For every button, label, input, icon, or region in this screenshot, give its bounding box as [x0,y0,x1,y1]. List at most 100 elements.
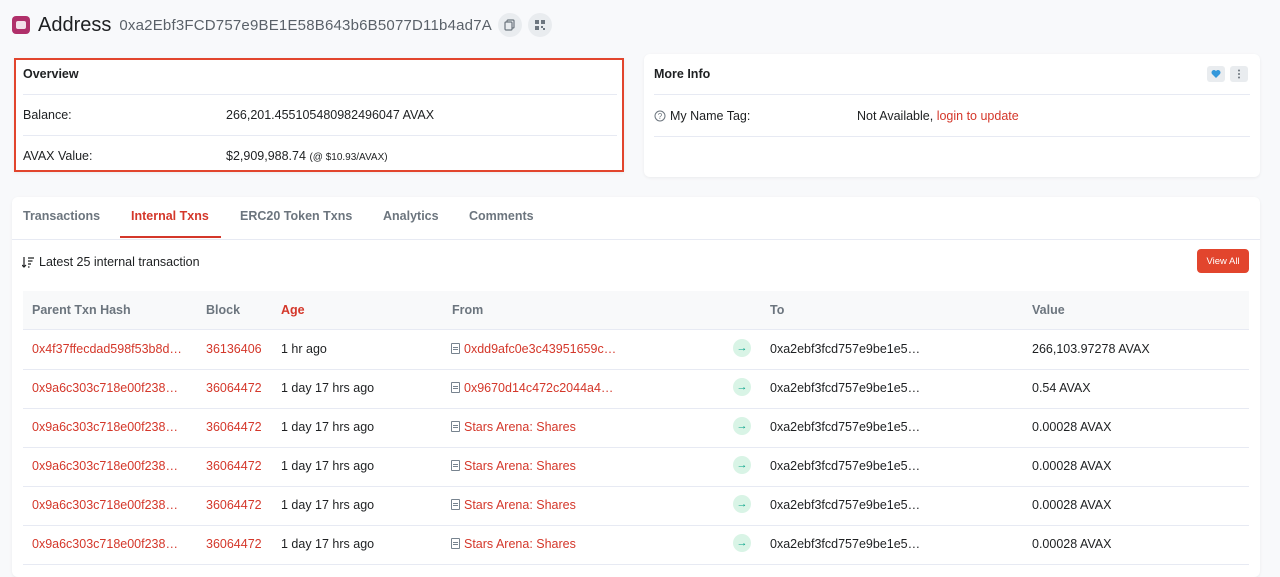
balance-label: Balance: [23,108,72,122]
more-info-title: More Info [654,67,711,81]
from-address-link[interactable]: Stars Arena: Shares [451,420,576,434]
age-text: 1 day 17 hrs ago [281,459,375,473]
from-address-text: Stars Arena: Shares [464,537,576,551]
qr-code-icon [534,20,545,30]
contract-icon [451,421,460,432]
col-parent-txn-hash: Parent Txn Hash [32,303,131,317]
divider [654,136,1250,137]
balance-value: 266,201.455105480982496047 AVAX [226,108,435,122]
transactions-card: Transactions Internal Txns ERC20 Token T… [12,197,1260,577]
from-address-link[interactable]: Stars Arena: Shares [451,537,576,551]
name-tag-value: Not Available, [857,109,934,123]
value-text: 0.00028 AVAX [1032,459,1112,473]
login-to-update-link[interactable]: login to update [937,109,1019,123]
table-row: 0x4f37ffecdad598f53b8d… 36136406 1 hr ago 0… [23,330,1249,370]
address-hash: 0xa2Ebf3FCD757e9BE1E58B643b6B5077D11b4ad… [119,16,492,34]
divider [654,94,1250,95]
col-from: From [452,303,484,317]
to-address-text: 0xa2ebf3fcd757e9be1e5… [770,342,921,356]
divider [23,135,617,136]
block-link[interactable]: 36064472 [206,498,262,512]
divider [23,94,617,95]
arrow-right-icon: → [733,339,751,357]
block-link[interactable]: 36064472 [206,459,262,473]
view-all-button[interactable]: View All [1197,249,1249,273]
to-address-text: 0xa2ebf3fcd757e9be1e5… [770,420,921,434]
value-text: 0.54 AVAX [1032,381,1091,395]
value-text: 0.00028 AVAX [1032,537,1112,551]
col-block: Block [206,303,241,317]
more-options-button[interactable] [1230,66,1248,82]
from-address-text: Stars Arena: Shares [464,459,576,473]
from-address-link[interactable]: Stars Arena: Shares [451,498,576,512]
favorite-button[interactable] [1207,66,1225,82]
name-tag-value-wrap: Not Available, login to update [857,109,1019,123]
from-address-link[interactable]: Stars Arena: Shares [451,459,576,473]
col-age[interactable]: Age [281,303,305,317]
table-header: Parent Txn Hash Block Age From To Value [23,291,1249,330]
parent-txn-hash-link[interactable]: 0x9a6c303c718e00f238… [32,381,178,395]
name-tag-label-wrap: ? My Name Tag: [654,109,750,123]
table-row: 0x9a6c303c718e00f238… 36064472 1 day 17 hr… [23,408,1249,448]
qr-code-button[interactable] [527,13,552,37]
list-title: Latest 25 internal transaction [22,255,200,269]
avax-value: $2,909,988.74 (@ $10.93/AVAX) [226,149,388,163]
tab-bar: Transactions Internal Txns ERC20 Token T… [12,197,1260,240]
arrow-right-icon: → [733,378,751,396]
page-title: Address [38,13,112,36]
overview-card: Overview Balance: 266,201.45510548098249… [14,58,624,172]
age-text: 1 day 17 hrs ago [281,420,375,434]
page-header: Address 0xa2Ebf3FCD757e9BE1E58B643b6B507… [12,10,552,40]
avax-value-amount: $2,909,988.74 [226,149,306,163]
parent-txn-hash-link[interactable]: 0x4f37ffecdad598f53b8d… [32,342,182,356]
tab-comments[interactable]: Comments [469,209,534,223]
to-address-text: 0xa2ebf3fcd757e9be1e5… [770,537,921,551]
parent-txn-hash-link[interactable]: 0x9a6c303c718e00f238… [32,459,178,473]
age-text: 1 day 17 hrs ago [281,381,375,395]
parent-txn-hash-link[interactable]: 0x9a6c303c718e00f238… [32,420,178,434]
to-address-text: 0xa2ebf3fcd757e9be1e5… [770,381,921,395]
block-link[interactable]: 36064472 [206,381,262,395]
tab-transactions[interactable]: Transactions [23,209,100,223]
from-address-text: Stars Arena: Shares [464,498,576,512]
contract-icon [451,382,460,393]
block-link[interactable]: 36064472 [206,420,262,434]
list-title-text: Latest 25 internal transaction [39,255,200,269]
to-address-text: 0xa2ebf3fcd757e9be1e5… [770,459,921,473]
parent-txn-hash-link[interactable]: 0x9a6c303c718e00f238… [32,537,178,551]
avax-value-label: AVAX Value: [23,149,93,163]
contract-icon [451,538,460,549]
help-circle-icon: ? [654,110,666,122]
tab-internal-txns[interactable]: Internal Txns [131,209,209,223]
name-tag-label: My Name Tag: [670,109,751,123]
from-address-link[interactable]: 0xdd9afc0e3c43951659c… [451,342,616,356]
arrow-right-icon: → [733,495,751,513]
value-text: 0.00028 AVAX [1032,498,1112,512]
value-text: 266,103.97278 AVAX [1032,342,1150,356]
heart-icon [1211,70,1221,78]
from-address-text: Stars Arena: Shares [464,420,576,434]
block-link[interactable]: 36136406 [206,342,262,356]
arrow-right-icon: → [733,456,751,474]
tab-erc20-token-txns[interactable]: ERC20 Token Txns [240,209,352,223]
more-vertical-icon [1238,69,1240,79]
avax-rate: (@ $10.93/AVAX) [309,152,388,163]
copy-address-button[interactable] [497,13,522,37]
value-text: 0.00028 AVAX [1032,420,1112,434]
overview-title: Overview [23,67,79,81]
block-link[interactable]: 36064472 [206,537,262,551]
age-text: 1 hr ago [281,342,327,356]
from-address-link[interactable]: 0x9670d14c472c2044a4… [451,381,613,395]
contract-icon [451,343,460,354]
tab-analytics[interactable]: Analytics [383,209,439,223]
table-row: 0x9a6c303c718e00f238… 36064472 1 day 17 hr… [23,447,1249,487]
arrow-right-icon: → [733,534,751,552]
from-address-text: 0xdd9afc0e3c43951659c… [464,342,617,356]
age-text: 1 day 17 hrs ago [281,498,375,512]
parent-txn-hash-link[interactable]: 0x9a6c303c718e00f238… [32,498,178,512]
copy-icon [504,19,515,31]
from-address-text: 0x9670d14c472c2044a4… [464,381,614,395]
sort-icon [22,257,34,268]
contract-icon [451,460,460,471]
col-to: To [770,303,785,317]
